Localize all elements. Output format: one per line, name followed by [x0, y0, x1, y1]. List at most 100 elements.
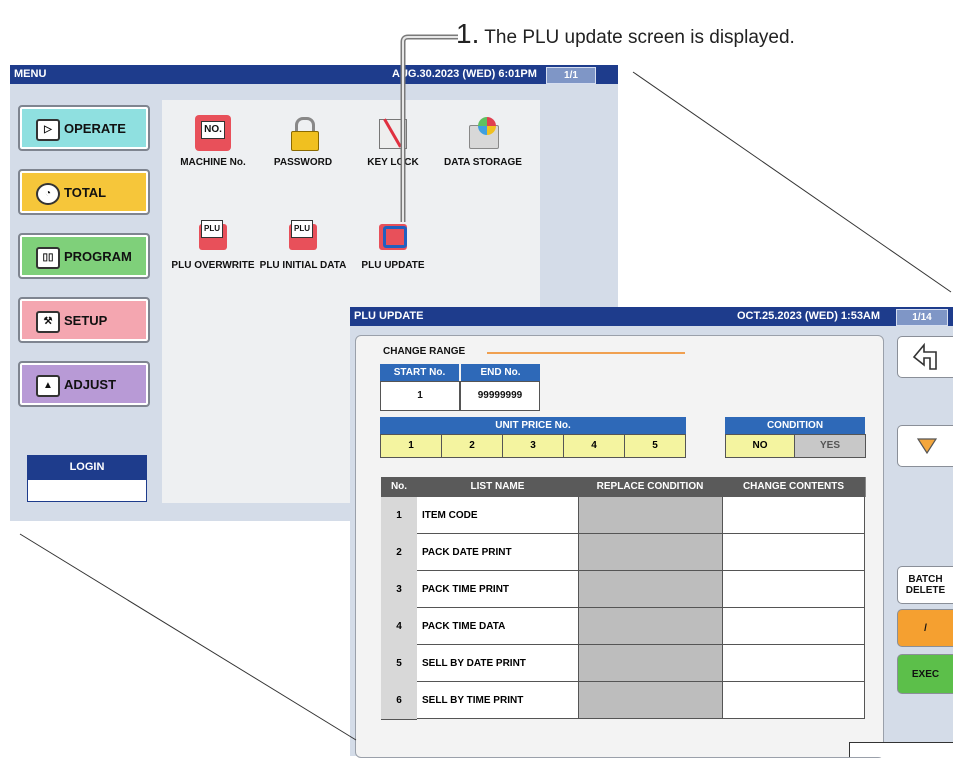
row-replace-condition[interactable]: [578, 645, 722, 682]
plu-update-item[interactable]: PLU UPDATE: [348, 218, 438, 271]
row-list-name: SELL BY DATE PRINT: [417, 645, 578, 682]
operate-button[interactable]: ▷ OPERATE: [18, 105, 150, 151]
operate-label: OPERATE: [64, 121, 126, 136]
plu-datetime: OCT.25.2023 (WED) 1:53AM: [737, 310, 881, 322]
row-number: 3: [381, 571, 417, 609]
back-button[interactable]: [897, 336, 953, 378]
row-number: 2: [381, 534, 417, 572]
column-header-no: No.: [381, 477, 418, 497]
status-field: [849, 742, 953, 757]
row-replace-condition[interactable]: [578, 497, 722, 534]
plu-overwrite-item[interactable]: PLU PLU OVERWRITE: [168, 218, 258, 271]
row-list-name: SELL BY TIME PRINT: [417, 682, 578, 719]
key-lock-icon: [375, 115, 411, 151]
condition-no-button[interactable]: NO: [725, 434, 795, 458]
change-range-label: CHANGE RANGE: [383, 346, 466, 357]
plu-update-icon: [375, 218, 411, 254]
column-header-replace-condition: REPLACE CONDITION: [578, 477, 723, 497]
menu-page-indicator: 1/1: [546, 67, 596, 84]
plu-overwrite-icon: PLU: [195, 218, 231, 254]
condition-yes-button[interactable]: YES: [794, 434, 866, 458]
batch-delete-button[interactable]: BATCH DELETE: [897, 566, 953, 604]
unit-price-1-button[interactable]: 1: [380, 434, 442, 458]
row-replace-condition[interactable]: [578, 571, 722, 608]
machine-number-label: MACHINE No.: [180, 157, 246, 168]
plu-initial-data-item[interactable]: PLU PLU INITIAL DATA: [258, 218, 348, 271]
wrench-icon: ⚒: [36, 311, 60, 333]
program-button[interactable]: ▯▯ PROGRAM: [18, 233, 150, 279]
unit-price-3-button[interactable]: 3: [502, 434, 564, 458]
slash-button[interactable]: /: [897, 609, 953, 647]
row-change-contents[interactable]: [722, 645, 865, 682]
menu-title-bar: MENU AUG.30.2023 (WED) 6:01PM 1/1: [10, 65, 618, 84]
plu-page-indicator: 1/14: [896, 309, 948, 326]
row-number: 6: [381, 682, 417, 720]
row-list-name: ITEM CODE: [417, 497, 578, 534]
scale-icon: ▲: [36, 375, 60, 397]
row-list-name: PACK DATE PRINT: [417, 534, 578, 571]
adjust-button[interactable]: ▲ ADJUST: [18, 361, 150, 407]
row-replace-condition[interactable]: [578, 608, 722, 645]
program-label: PROGRAM: [64, 249, 132, 264]
data-storage-label: DATA STORAGE: [444, 157, 522, 168]
machine-number-icon: NO.: [195, 115, 231, 151]
unit-price-5-button[interactable]: 5: [624, 434, 686, 458]
plu-initial-data-icon: PLU: [285, 218, 321, 254]
zoom-line-bottom: [19, 533, 357, 741]
scroll-down-button[interactable]: [897, 425, 953, 467]
unit-price-2-button[interactable]: 2: [441, 434, 503, 458]
callout-number: 1.: [456, 18, 480, 49]
clock-icon: ◔: [36, 183, 60, 205]
setup-button[interactable]: ⚒ SETUP: [18, 297, 150, 343]
batch-delete-label-line1: BATCH: [908, 574, 943, 585]
unit-price-4-button[interactable]: 4: [563, 434, 625, 458]
exec-button[interactable]: EXEC: [897, 654, 953, 694]
end-number-header: END No.: [461, 364, 540, 381]
machine-number-item[interactable]: NO. MACHINE No.: [168, 115, 258, 168]
data-storage-icon: [465, 115, 501, 151]
row-change-contents[interactable]: [722, 497, 865, 534]
menu-datetime: AUG.30.2023 (WED) 6:01PM: [392, 68, 537, 80]
total-button[interactable]: ◔ TOTAL: [18, 169, 150, 215]
condition-header: CONDITION: [725, 417, 865, 434]
change-range-divider: [487, 352, 685, 354]
book-icon: ▯▯: [36, 247, 60, 269]
zoom-line-top: [632, 71, 952, 293]
setup-label: SETUP: [64, 313, 108, 328]
row-change-contents[interactable]: [722, 682, 865, 719]
row-replace-condition[interactable]: [578, 682, 722, 719]
start-number-header: START No.: [380, 364, 459, 381]
start-number-field[interactable]: 1: [380, 381, 460, 411]
data-storage-item[interactable]: DATA STORAGE: [438, 115, 528, 168]
row-number: 5: [381, 645, 417, 683]
login-header: LOGIN: [27, 455, 147, 479]
password-item[interactable]: PASSWORD: [258, 115, 348, 168]
key-lock-label: KEY LOCK: [367, 157, 419, 168]
return-arrow-icon: [912, 342, 937, 370]
row-change-contents[interactable]: [722, 608, 865, 645]
row-replace-condition[interactable]: [578, 534, 722, 571]
row-number: 1: [381, 497, 417, 535]
row-list-name: PACK TIME PRINT: [417, 571, 578, 608]
callout-text: 1. The PLU update screen is displayed.: [456, 18, 795, 50]
end-number-field[interactable]: 99999999: [460, 381, 540, 411]
play-icon: ▷: [36, 119, 60, 141]
password-label: PASSWORD: [273, 157, 333, 168]
callout-description: The PLU update screen is displayed.: [479, 27, 795, 48]
plu-update-label: PLU UPDATE: [361, 260, 425, 271]
row-list-name: PACK TIME DATA: [417, 608, 578, 645]
total-label: TOTAL: [64, 185, 107, 200]
column-header-change-contents: CHANGE CONTENTS: [722, 477, 866, 497]
row-change-contents[interactable]: [722, 571, 865, 608]
triangle-down-icon: [916, 438, 937, 455]
plu-title-bar: PLU UPDATE OCT.25.2023 (WED) 1:53AM 1/14: [350, 307, 953, 326]
row-change-contents[interactable]: [722, 534, 865, 571]
padlock-icon: [285, 115, 321, 151]
column-header-list-name: LIST NAME: [417, 477, 579, 497]
plu-overwrite-label: PLU OVERWRITE: [171, 260, 255, 271]
row-number: 4: [381, 608, 417, 646]
batch-delete-label-line2: DELETE: [905, 585, 946, 596]
menu-title: MENU: [14, 68, 47, 80]
login-field[interactable]: [27, 479, 147, 502]
key-lock-item[interactable]: KEY LOCK: [348, 115, 438, 168]
